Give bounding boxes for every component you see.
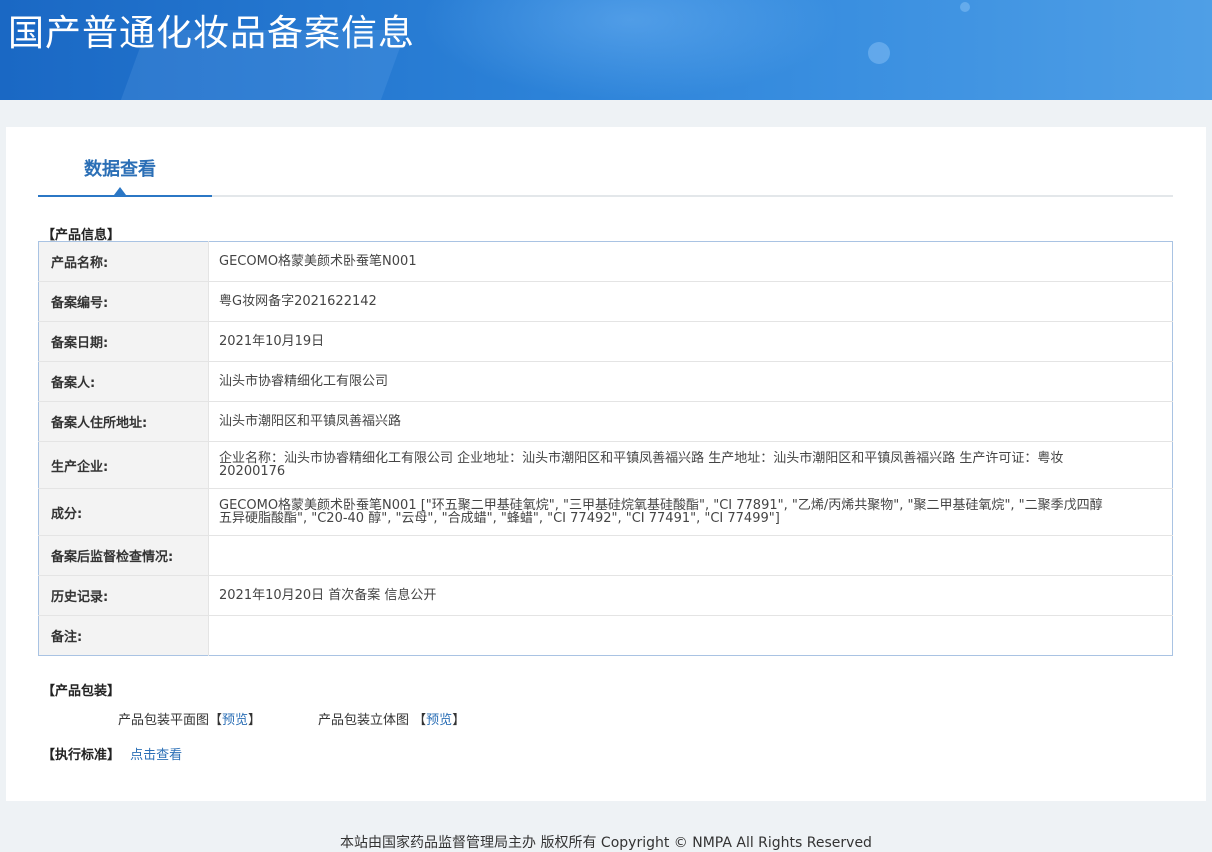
header-banner: 国产普通化妆品备案信息 (0, 0, 1212, 100)
footer-copyright: 本站由国家药品监督管理局主办 版权所有 Copyright © NMPA All… (340, 835, 872, 851)
table-row: 备案人: 汕头市协睿精细化工有限公司 (38, 361, 1173, 402)
table-row: 备案编号: 粤G妆网备字2021622142 (38, 281, 1173, 322)
product-info-table: 产品名称: GECOMO格蒙美颜术卧蚕笔N001 备案编号: 粤G妆网备字202… (38, 241, 1173, 656)
table-row: 生产企业: 企业名称：汕头市协睿精细化工有限公司 企业地址：汕头市潮阳区和平镇凤… (38, 441, 1173, 489)
table-row: 成分: GECOMO格蒙美颜术卧蚕笔N001 ["环五聚二甲基硅氧烷", "三甲… (38, 488, 1173, 536)
standard-view-link[interactable]: 点击查看 (130, 748, 182, 763)
row-value: GECOMO格蒙美颜术卧蚕笔N001 ["环五聚二甲基硅氧烷", "三甲基硅烷氧… (219, 498, 1103, 526)
content-card: 数据查看 【产品信息】 产品名称: GECOMO格蒙美颜术卧蚕笔N001 备案编… (6, 127, 1206, 801)
standard-row: 【执行标准】 点击查看 (42, 744, 182, 763)
table-row: 历史记录: 2021年10月20日 首次备案 信息公开 (38, 575, 1173, 616)
tab-data-view[interactable]: 数据查看 (38, 127, 212, 197)
row-label: 备案人住所地址: (38, 401, 209, 442)
bracket-open: 【 (413, 713, 427, 728)
banner-decoration (960, 2, 970, 12)
standard-title: 【执行标准】 (42, 748, 121, 763)
table-row: 备注: (38, 615, 1173, 656)
packaging-stereo: 产品包装立体图 【预览】 (318, 709, 465, 728)
row-label: 成分: (38, 488, 209, 536)
row-label: 备案后监督检查情况: (38, 535, 209, 576)
packaging-flat: 产品包装平面图【预览】 (118, 709, 261, 728)
row-value: 汕头市协睿精细化工有限公司 (219, 374, 389, 389)
packaging-stereo-label: 产品包装立体图 (318, 713, 410, 728)
caret-up-icon (114, 187, 126, 195)
packaging-title: 【产品包装】 (42, 684, 121, 699)
flat-preview-link[interactable]: 预览 (222, 713, 248, 728)
bracket-close: 】 (452, 713, 466, 728)
table-row: 备案日期: 2021年10月19日 (38, 321, 1173, 362)
row-value: 2021年10月20日 首次备案 信息公开 (219, 588, 437, 603)
row-label: 备案编号: (38, 281, 209, 322)
row-label: 备案日期: (38, 321, 209, 362)
tab-bar: 数据查看 (38, 127, 1173, 197)
row-label: 备注: (38, 615, 209, 656)
table-row: 备案人住所地址: 汕头市潮阳区和平镇凤善福兴路 (38, 401, 1173, 442)
banner-decoration (868, 42, 890, 64)
page-title: 国产普通化妆品备案信息 (8, 13, 416, 54)
table-row: 产品名称: GECOMO格蒙美颜术卧蚕笔N001 (38, 241, 1173, 282)
table-row: 备案后监督检查情况: (38, 535, 1173, 576)
row-value: 2021年10月19日 (219, 334, 325, 349)
bracket-close: 】 (248, 713, 262, 728)
row-value: 汕头市潮阳区和平镇凤善福兴路 (219, 414, 402, 429)
packaging-flat-label: 产品包装平面图 (118, 713, 210, 728)
row-value (209, 616, 1173, 656)
tab-label: 数据查看 (84, 159, 156, 180)
row-label: 生产企业: (38, 441, 209, 489)
row-label: 产品名称: (38, 241, 209, 282)
row-label: 备案人: (38, 361, 209, 402)
row-value: 企业名称：汕头市协睿精细化工有限公司 企业地址：汕头市潮阳区和平镇凤善福兴路 生… (219, 451, 1064, 479)
stereo-preview-link[interactable]: 预览 (426, 713, 452, 728)
bracket-open: 【 (209, 713, 223, 728)
banner-decoration (420, 0, 840, 100)
row-label: 历史记录: (38, 575, 209, 616)
row-value: GECOMO格蒙美颜术卧蚕笔N001 (219, 254, 417, 269)
row-value: 粤G妆网备字2021622142 (219, 294, 377, 309)
row-value (209, 536, 1173, 576)
